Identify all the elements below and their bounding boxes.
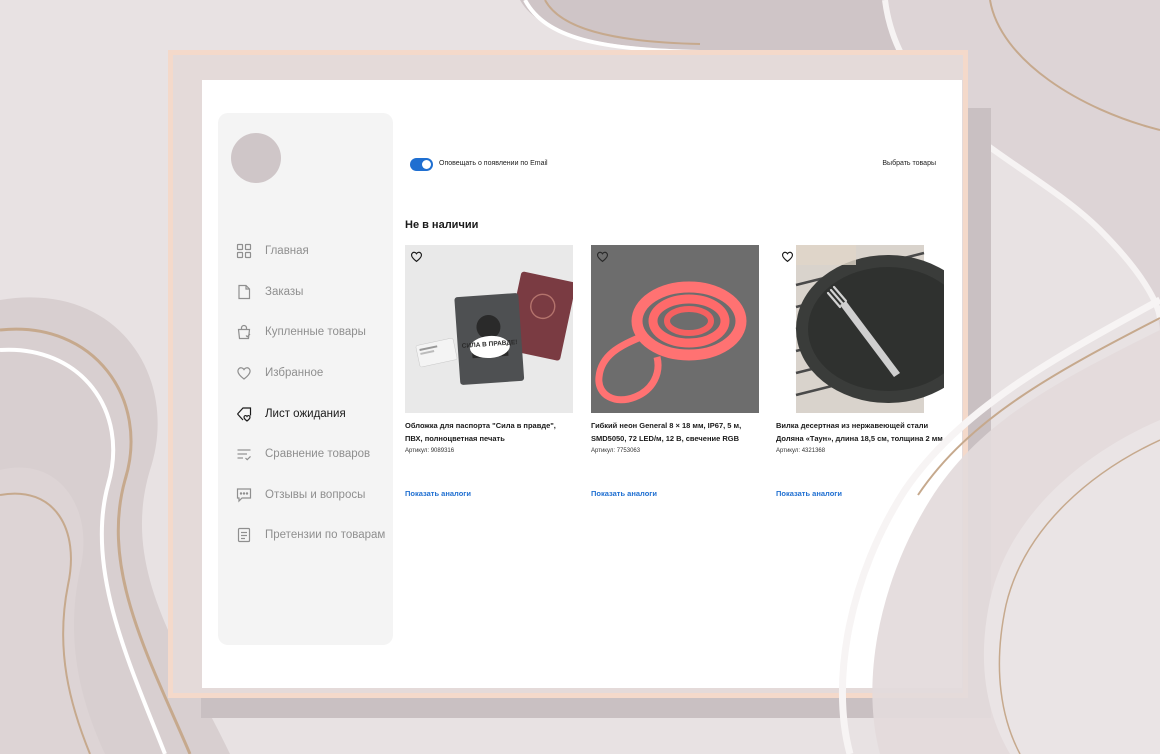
- favorite-heart-icon[interactable]: [781, 250, 794, 263]
- sku-label: Артикул:: [591, 448, 616, 454]
- favorite-heart-icon[interactable]: [596, 250, 609, 263]
- product-card: СИЛА В ПРАВДЕ! Обложка для паспорта "Сил…: [405, 245, 573, 454]
- sidebar-item-label: Сравнение товаров: [265, 448, 371, 461]
- select-products-button[interactable]: Выбрать товары: [882, 160, 936, 167]
- favorite-heart-icon[interactable]: [410, 250, 423, 263]
- sidebar-item-claims[interactable]: Претензии по товарам: [218, 515, 393, 556]
- sidebar: Главная Заказы Купленные товары Избранно…: [218, 113, 393, 645]
- sidebar-item-label: Избранное: [265, 367, 324, 380]
- toggle-knob: [422, 160, 431, 169]
- sidebar-item-label: Главная: [265, 245, 309, 258]
- sku-value: 9089316: [430, 448, 455, 454]
- chat-bubble-icon: [236, 487, 252, 503]
- product-image[interactable]: СИЛА В ПРАВДЕ!: [405, 245, 573, 413]
- product-card: Вилка десертная из нержавеющей стали Дол…: [776, 245, 944, 454]
- sidebar-item-label: Купленные товары: [265, 326, 366, 339]
- product-sku: Артикул: 7753063: [591, 448, 759, 454]
- tag-heart-icon: [236, 406, 252, 422]
- sidebar-nav: Главная Заказы Купленные товары Избранно…: [218, 231, 393, 556]
- sidebar-item-label: Лист ожидания: [265, 407, 346, 420]
- show-analogs-link[interactable]: Показать аналоги: [776, 489, 842, 498]
- show-analogs-link[interactable]: Показать аналоги: [591, 489, 657, 498]
- compare-list-icon: [236, 446, 252, 462]
- sidebar-item-label: Отзывы и вопросы: [265, 488, 366, 501]
- shopping-bag-check-icon: [236, 324, 252, 340]
- account-page: Главная Заказы Купленные товары Избранно…: [202, 80, 962, 688]
- product-sku: Артикул: 9089316: [405, 448, 573, 454]
- show-analogs-link[interactable]: Показать аналоги: [405, 489, 471, 498]
- sku-label: Артикул:: [776, 448, 801, 454]
- sidebar-item-orders[interactable]: Заказы: [218, 272, 393, 313]
- document-icon: [236, 284, 252, 300]
- sidebar-item-reviews[interactable]: Отзывы и вопросы: [218, 475, 393, 516]
- sidebar-item-home[interactable]: Главная: [218, 231, 393, 272]
- section-title: Не в наличии: [405, 219, 479, 231]
- heart-icon: [236, 365, 252, 381]
- sidebar-item-compare[interactable]: Сравнение товаров: [218, 434, 393, 475]
- claim-document-icon: [236, 527, 252, 543]
- sku-label: Артикул:: [405, 448, 430, 454]
- grid-icon: [236, 243, 252, 259]
- product-image[interactable]: [591, 245, 759, 413]
- product-title[interactable]: Вилка десертная из нержавеющей стали Дол…: [776, 419, 944, 445]
- product-card: Гибкий неон General 8 × 18 мм, IP67, 5 м…: [591, 245, 759, 454]
- avatar[interactable]: [231, 133, 281, 183]
- sku-value: 7753063: [616, 448, 641, 454]
- sidebar-item-favorites[interactable]: Избранное: [218, 353, 393, 394]
- sku-value: 4321368: [801, 448, 826, 454]
- sidebar-item-label: Заказы: [265, 285, 304, 298]
- sidebar-item-waitlist[interactable]: Лист ожидания: [218, 393, 393, 434]
- product-sku: Артикул: 4321368: [776, 448, 944, 454]
- sidebar-item-label: Претензии по товарам: [265, 529, 386, 542]
- email-notify-toggle[interactable]: [410, 158, 433, 171]
- email-notify-label: Оповещать о появлении по Email: [439, 160, 548, 167]
- product-title[interactable]: Гибкий неон General 8 × 18 мм, IP67, 5 м…: [591, 419, 759, 445]
- product-image[interactable]: [776, 245, 944, 413]
- product-title[interactable]: Обложка для паспорта "Сила в правде", ПВ…: [405, 419, 573, 445]
- sidebar-item-purchased[interactable]: Купленные товары: [218, 312, 393, 353]
